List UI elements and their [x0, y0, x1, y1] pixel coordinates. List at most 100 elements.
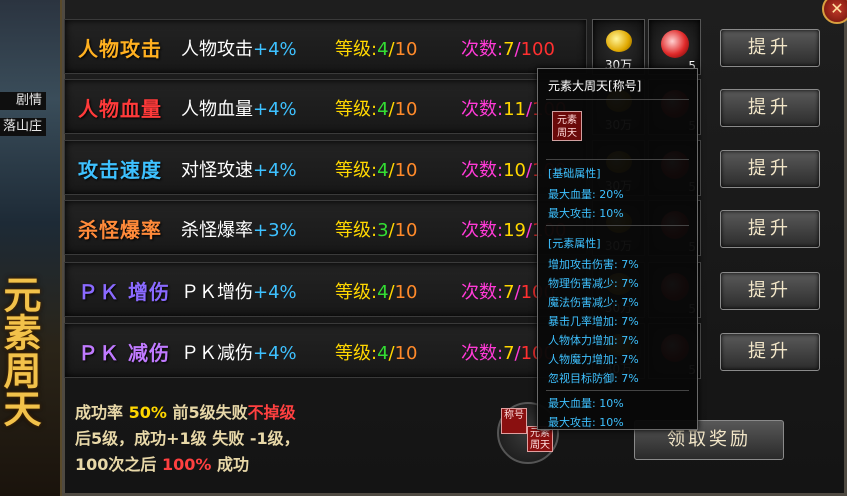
count-label: 次数: [461, 160, 504, 181]
attr-value: +4% [253, 282, 297, 303]
rules-text-1c: 不掉级 [247, 403, 296, 422]
attribute-row: ＰＫ 增伤 ＰＫ增伤+4% 等级:4/10 次数:7/100 [64, 262, 587, 317]
attr-level: 等级:4/10 [335, 39, 418, 60]
tooltip-line: 暴击几率增加: 7% [548, 315, 639, 328]
attr-level: 等级:4/10 [335, 160, 418, 181]
attr-desc: 对怪攻速+4% [181, 156, 297, 182]
tooltip-line: [元素属性] [548, 237, 601, 250]
attr-value: +4% [253, 39, 297, 60]
count-label: 次数: [461, 343, 504, 364]
level-current: 4 [377, 282, 389, 303]
tooltip-line: 魔法伤害减少: 7% [548, 296, 639, 309]
rules-text-1a: 成功率 [75, 403, 129, 422]
count-label: 次数: [461, 39, 504, 60]
count-label: 次数: [461, 282, 504, 303]
attribute-row: 人物攻击 人物攻击+4% 等级:4/10 次数:7/100 [64, 19, 587, 74]
attr-value: +4% [253, 99, 297, 120]
rules-text: 成功率 50% 前5级失败不掉级 后5级，成功+1级 失败 -1级， 100次之… [75, 400, 300, 478]
attr-name: 人物血量 [78, 97, 162, 121]
red-gem-icon [661, 30, 689, 58]
rules-rate-3: 100% [161, 455, 212, 474]
title-tooltip: 元素大周天[称号] 元素周天 [基础属性] 最大血量: 20% 最大攻击: 10% [… [537, 68, 698, 430]
cost-slot: 30万 [592, 19, 645, 75]
upgrade-button[interactable]: 提升 [720, 272, 820, 310]
count-current: 7 [503, 282, 515, 303]
attribute-row: ＰＫ 减伤 ＰＫ减伤+4% 等级:4/10 次数:7/100 [64, 323, 587, 378]
level-current: 4 [377, 343, 389, 364]
attr-desc: ＰＫ减伤+4% [181, 339, 297, 365]
rules-text-3b: 成功 [211, 455, 249, 474]
level-max: 10 [394, 160, 418, 181]
attr-value: +3% [253, 220, 297, 241]
attr-level: 等级:4/10 [335, 282, 418, 303]
attr-desc-text: 对怪攻速 [181, 160, 253, 181]
attr-desc-text: ＰＫ增伤 [181, 282, 253, 303]
level-max: 10 [394, 343, 418, 364]
attr-desc: 杀怪爆率+3% [181, 216, 297, 242]
rules-text-1b: 前5级失败 [166, 403, 248, 422]
count-current: 19 [503, 220, 526, 241]
count-current: 7 [503, 39, 515, 60]
gold-coins-icon [606, 30, 632, 52]
attr-name: ＰＫ 减伤 [78, 341, 170, 365]
attr-level: 等级:4/10 [335, 343, 418, 364]
rules-text-3a: 100次之后 [75, 455, 162, 474]
attr-value: +4% [253, 343, 297, 364]
tooltip-line: 人物体力增加: 7% [548, 334, 639, 347]
attr-desc-text: 杀怪爆率 [181, 220, 253, 241]
attr-desc: 人物血量+4% [181, 95, 297, 121]
attribute-row: 人物血量 人物血量+4% 等级:4/10 次数:11/100 [64, 79, 587, 134]
upgrade-button[interactable]: 提升 [720, 333, 820, 371]
left-snippet-1: 剧情 [0, 92, 46, 110]
attr-desc-text: 人物攻击 [181, 39, 253, 60]
count-label: 次数: [461, 99, 504, 120]
upgrade-button[interactable]: 提升 [720, 29, 820, 67]
attr-name: 人物攻击 [78, 37, 162, 61]
gem-slot[interactable]: 5 [648, 19, 701, 75]
tooltip-line: 最大攻击: 10% [548, 207, 624, 220]
tooltip-line: 增加攻击伤害: 7% [548, 258, 639, 271]
tooltip-line: 最大血量: 10% [548, 397, 624, 410]
count-current: 7 [503, 343, 515, 364]
attr-desc-text: 人物血量 [181, 99, 253, 120]
level-max: 10 [394, 39, 418, 60]
count-current: 10 [503, 160, 526, 181]
tooltip-divider [546, 225, 689, 226]
left-scene-art: 剧情 落山庄 元素周天 [0, 0, 62, 496]
upgrade-button[interactable]: 提升 [720, 150, 820, 188]
level-label: 等级: [335, 99, 378, 120]
level-label: 等级: [335, 220, 378, 241]
level-label: 等级: [335, 39, 378, 60]
attr-name: 杀怪爆率 [78, 218, 162, 242]
tooltip-divider [546, 99, 689, 100]
attr-level: 等级:4/10 [335, 99, 418, 120]
tooltip-divider [546, 390, 689, 391]
level-max: 10 [394, 282, 418, 303]
level-current: 4 [377, 99, 389, 120]
level-max: 10 [394, 99, 418, 120]
rules-line-1: 成功率 50% 前5级失败不掉级 [75, 400, 300, 426]
tooltip-line: 最大血量: 20% [548, 188, 624, 201]
tooltip-line: 物理伤害减少: 7% [548, 277, 639, 290]
tooltip-line: [基础属性] [548, 167, 601, 180]
attr-value: +4% [253, 160, 297, 181]
success-rate: 50% [128, 403, 167, 422]
tooltip-title-icon: 元素周天 [552, 111, 582, 141]
level-current: 3 [377, 220, 389, 241]
count-label: 次数: [461, 220, 504, 241]
attr-desc-text: ＰＫ减伤 [181, 343, 253, 364]
level-current: 4 [377, 160, 389, 181]
attr-desc: ＰＫ增伤+4% [181, 278, 297, 304]
attr-level: 等级:3/10 [335, 220, 418, 241]
upgrade-button[interactable]: 提升 [720, 210, 820, 248]
count-max: 100 [520, 39, 555, 60]
attr-name: 攻击速度 [78, 158, 162, 182]
rules-line-3: 100次之后 100% 成功 [75, 452, 300, 478]
vertical-title: 元素周天 [0, 275, 42, 427]
level-current: 4 [377, 39, 389, 60]
level-label: 等级: [335, 343, 378, 364]
upgrade-button[interactable]: 提升 [720, 89, 820, 127]
level-label: 等级: [335, 282, 378, 303]
attr-desc: 人物攻击+4% [181, 35, 297, 61]
attribute-row: 攻击速度 对怪攻速+4% 等级:4/10 次数:10/100 [64, 140, 587, 195]
